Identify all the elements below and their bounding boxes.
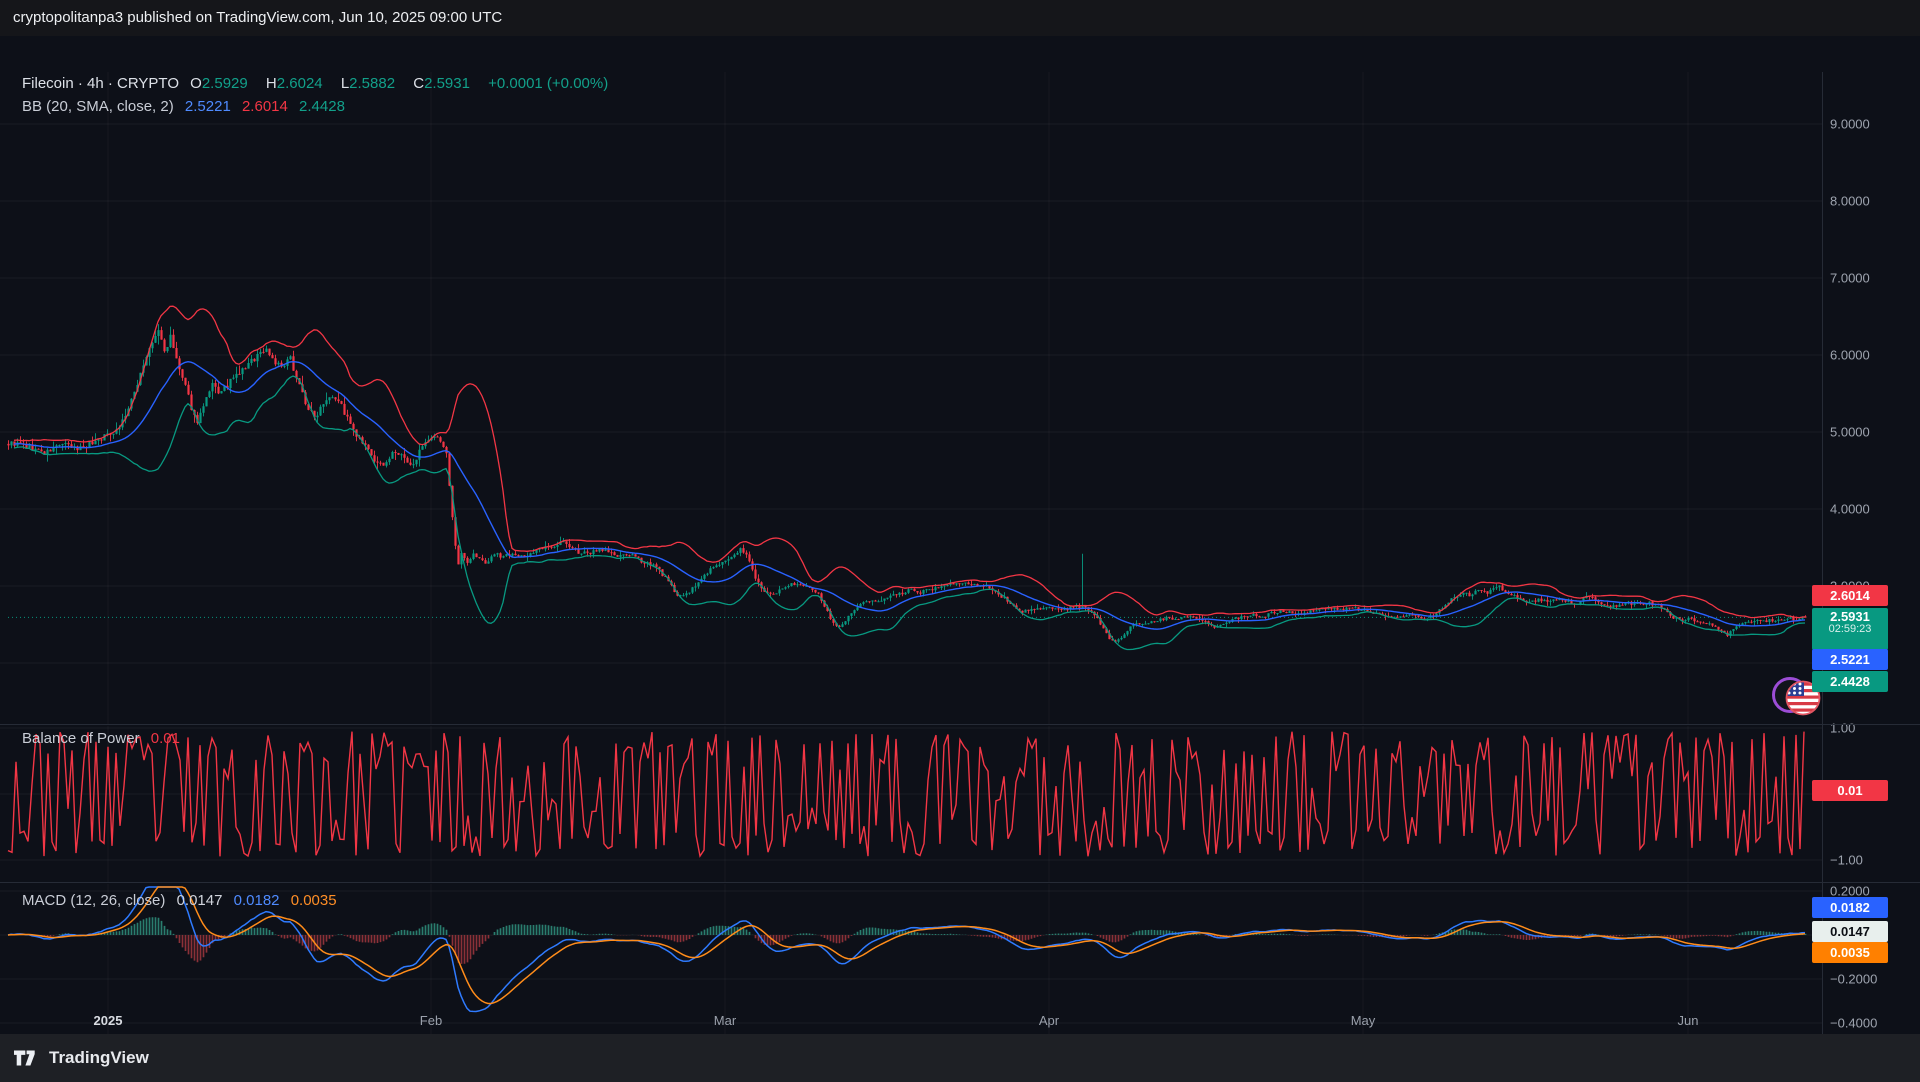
footer-bar: TradingView xyxy=(0,1034,1920,1082)
bop-badge-value: 0.01 xyxy=(1812,780,1888,801)
price-badge-bb-lower: 2.4428 xyxy=(1812,671,1888,692)
time-axis-label: Feb xyxy=(420,1013,442,1028)
ohlc-open: O2.5929 xyxy=(190,75,255,92)
macd-badge-macd: 0.0182 xyxy=(1812,897,1888,918)
axis-tick-label: 1.00 xyxy=(1830,721,1855,736)
macd-badge-hist: 0.0147 xyxy=(1812,921,1888,942)
pane-separator[interactable] xyxy=(0,882,1920,883)
axis-tick-label: 7.0000 xyxy=(1830,271,1870,286)
macd-title: MACD (12, 26, close) xyxy=(22,892,165,909)
price-change: +0.0001 (+0.00%) xyxy=(488,75,608,92)
price-badge-last-price: 2.593102:59:23 xyxy=(1812,608,1888,650)
ohlc-high: H2.6024 xyxy=(266,75,330,92)
bop-pane[interactable] xyxy=(0,726,1822,882)
bb-lower-value: 2.4428 xyxy=(299,98,345,115)
axis-tick-label: −0.4000 xyxy=(1830,1016,1877,1031)
bop-value: 0.01 xyxy=(151,730,180,747)
symbol-legend[interactable]: Filecoin · 4h · CRYPTO O2.5929 H2.6024 L… xyxy=(22,75,615,92)
time-axis-label: Apr xyxy=(1039,1013,1059,1028)
macd-signal-value: 0.0035 xyxy=(291,892,337,909)
axis-tick-label: −1.00 xyxy=(1830,853,1863,868)
bb-legend[interactable]: BB (20, SMA, close, 2) 2.5221 2.6014 2.4… xyxy=(22,98,352,115)
bb-title: BB (20, SMA, close, 2) xyxy=(22,98,174,115)
time-axis-label: May xyxy=(1351,1013,1376,1028)
tradingview-brand-link[interactable]: TradingView xyxy=(49,1048,149,1068)
macd-hist-value: 0.0147 xyxy=(177,892,223,909)
publish-info-text: cryptopolitanpa3 published on TradingVie… xyxy=(13,9,502,26)
ohlc-close: C2.5931 xyxy=(413,75,477,92)
bop-title: Balance of Power xyxy=(22,730,140,747)
symbol-title: Filecoin · 4h · CRYPTO xyxy=(22,75,179,92)
macd-line-value: 0.0182 xyxy=(234,892,280,909)
macd-legend[interactable]: MACD (12, 26, close) 0.0147 0.0182 0.003… xyxy=(22,892,344,909)
ohlc-low: L2.5882 xyxy=(341,75,402,92)
bop-legend[interactable]: Balance of Power 0.01 xyxy=(22,730,187,747)
axis-tick-label: 9.0000 xyxy=(1830,117,1870,132)
time-axis-label: 2025 xyxy=(94,1013,123,1028)
macd-badge-signal: 0.0035 xyxy=(1812,942,1888,963)
time-axis-label: Mar xyxy=(714,1013,736,1028)
axis-tick-label: 8.0000 xyxy=(1830,194,1870,209)
time-axis-label: Jun xyxy=(1678,1013,1699,1028)
axis-tick-label: 6.0000 xyxy=(1830,348,1870,363)
axis-tick-label: 5.0000 xyxy=(1830,425,1870,440)
price-badge-bb-upper: 2.6014 xyxy=(1812,585,1888,606)
tradingview-logo-icon[interactable] xyxy=(13,1049,40,1067)
price-badge-bb-basis: 2.5221 xyxy=(1812,649,1888,670)
bb-upper-value: 2.6014 xyxy=(242,98,288,115)
axis-tick-label: −0.2000 xyxy=(1830,972,1877,987)
chart-area[interactable]: Filecoin · 4h · CRYPTO O2.5929 H2.6024 L… xyxy=(0,36,1920,1034)
axis-tick-label: 4.0000 xyxy=(1830,502,1870,517)
pane-separator[interactable] xyxy=(0,724,1920,725)
publish-info-bar: cryptopolitanpa3 published on TradingVie… xyxy=(0,0,1920,36)
bb-basis-value: 2.5221 xyxy=(185,98,231,115)
main-chart-pane[interactable] xyxy=(0,72,1822,724)
